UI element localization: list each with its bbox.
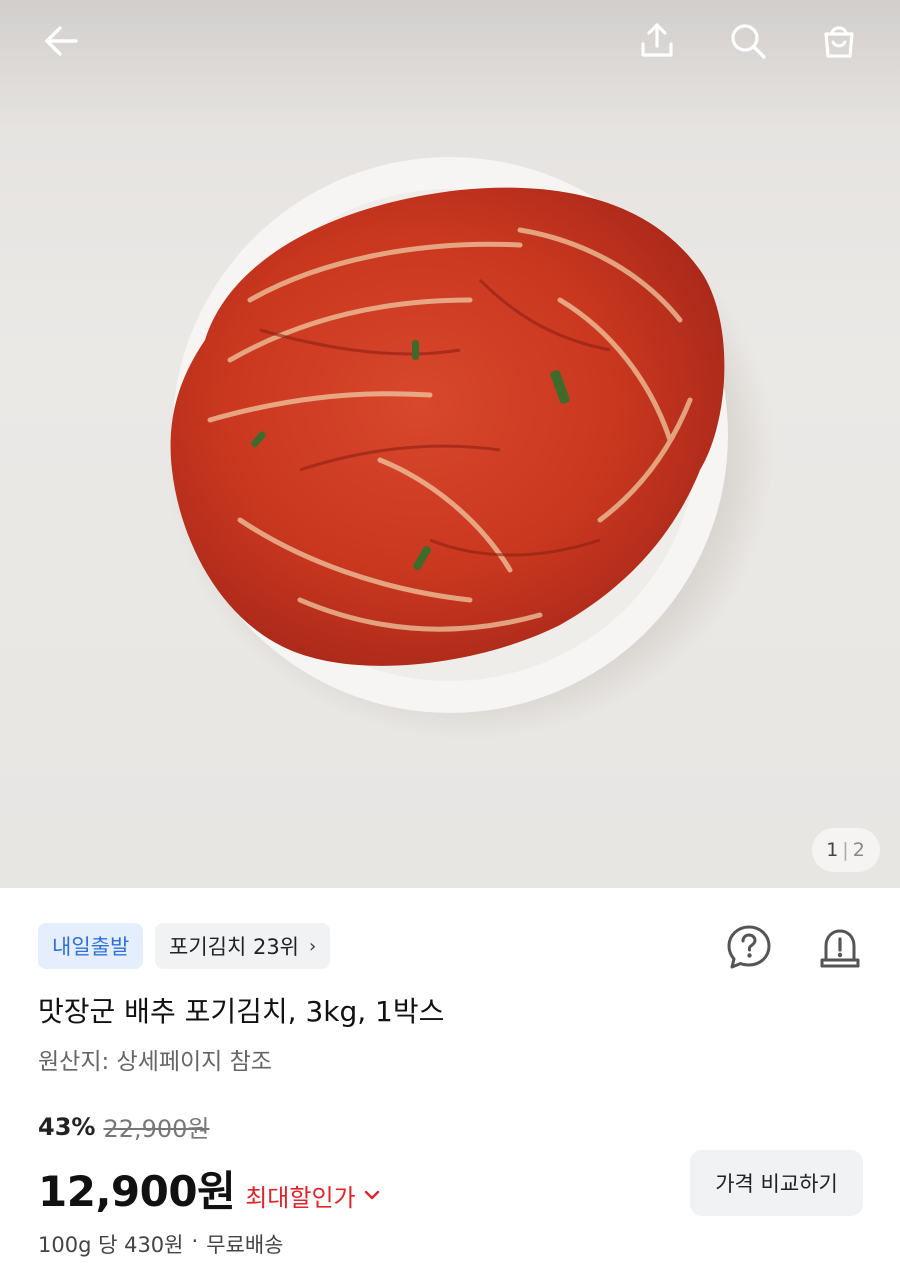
- original-price: 22,900원: [103, 1115, 210, 1143]
- gallery-separator: |: [842, 839, 850, 861]
- separator-dot: ·: [191, 1229, 199, 1253]
- unit-shipping-row: 100g 당 430원 · 무료배송: [38, 1229, 283, 1259]
- product-origin: 원산지: 상세페이지 참조: [38, 1049, 272, 1075]
- kimchi-photo: [165, 157, 775, 740]
- chevron-right-icon: ›: [309, 935, 317, 957]
- rank-label: 포기김치 23위: [169, 935, 299, 959]
- discount-row: 43% 22,900원: [38, 1109, 210, 1144]
- max-discount-label: 최대할인가: [245, 1184, 356, 1212]
- sale-price: 12,900원: [38, 1167, 236, 1216]
- price-compare-button[interactable]: 가격 비교하기: [690, 1150, 863, 1216]
- delivery-badge: 내일출발: [38, 923, 144, 969]
- back-arrow-icon[interactable]: [38, 18, 84, 64]
- alert-icon[interactable]: [813, 920, 867, 974]
- cart-icon[interactable]: [816, 18, 862, 64]
- share-icon[interactable]: [634, 18, 680, 64]
- product-image[interactable]: 1 | 2: [0, 0, 900, 888]
- question-icon[interactable]: [722, 920, 776, 974]
- gallery-total: 2: [852, 839, 866, 861]
- price-row: 12,900원 최대할인가: [38, 1158, 380, 1219]
- search-icon[interactable]: [725, 18, 771, 64]
- rank-badge[interactable]: 포기김치 23위 ›: [155, 923, 331, 969]
- gallery-page-indicator: 1 | 2: [812, 828, 880, 872]
- discount-percent: 43%: [38, 1112, 96, 1141]
- unit-price: 100g 당 430원: [38, 1233, 184, 1257]
- max-discount-toggle[interactable]: 최대할인가: [245, 1178, 379, 1213]
- chevron-down-icon: [364, 1186, 380, 1205]
- product-title: 맛장군 배추 포기김치, 3kg, 1박스: [38, 995, 445, 1028]
- gallery-current: 1: [826, 839, 840, 861]
- shipping-info: 무료배송: [206, 1233, 284, 1257]
